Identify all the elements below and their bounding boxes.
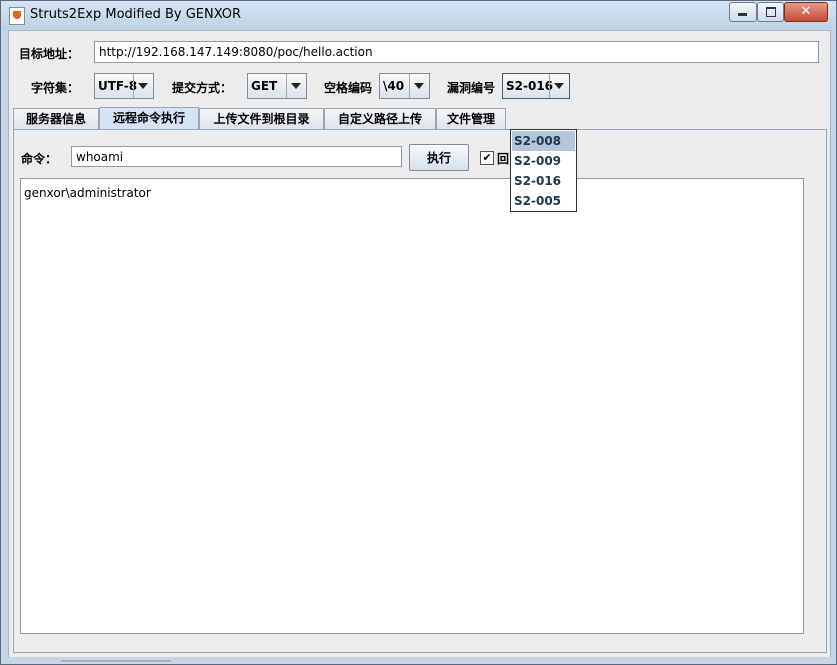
execute-button[interactable]: 执行 — [409, 144, 469, 171]
title-bar[interactable]: Struts2Exp Modified By GENXOR ✕ — [1, 1, 836, 29]
chevron-down-icon[interactable] — [549, 74, 569, 98]
space-encoding-value: \40 — [383, 79, 405, 93]
echo-checkbox[interactable]: ✔ — [480, 151, 494, 165]
resize-grip[interactable] — [61, 660, 171, 662]
vuln-option-s2-008[interactable]: S2-008 — [512, 131, 575, 151]
remote-command-panel: 命令： 执行 ✔ 回 genxor\administrator — [13, 129, 827, 653]
method-value: GET — [251, 79, 278, 93]
chevron-down-icon[interactable] — [409, 74, 429, 98]
method-label: 提交方式： — [172, 81, 233, 95]
target-url-label: 目标地址： — [19, 47, 80, 61]
vuln-option-s2-009[interactable]: S2-009 — [512, 151, 575, 171]
command-label: 命令： — [21, 152, 58, 166]
space-encoding-select[interactable]: \40 — [379, 73, 430, 99]
tab-server-info[interactable]: 服务器信息 — [13, 108, 99, 129]
charset-value: UTF-8 — [98, 79, 138, 93]
vuln-option-s2-016[interactable]: S2-016 — [512, 171, 575, 191]
charset-select[interactable]: UTF-8 — [94, 73, 154, 99]
echo-checkbox-label: 回 — [497, 152, 510, 166]
tab-file-manager[interactable]: 文件管理 — [436, 108, 506, 129]
vuln-id-value: S2-016 — [506, 79, 554, 93]
close-button[interactable]: ✕ — [784, 2, 828, 22]
vuln-option-s2-005[interactable]: S2-005 — [512, 191, 575, 211]
maximize-button[interactable] — [757, 2, 784, 22]
app-window: Struts2Exp Modified By GENXOR ✕ 目标地址： 字符… — [0, 0, 837, 665]
tab-remote-command[interactable]: 远程命令执行 — [99, 107, 199, 130]
command-output[interactable]: genxor\administrator — [20, 178, 804, 634]
chevron-down-icon[interactable] — [286, 74, 306, 98]
vuln-id-dropdown-list: S2-008 S2-009 S2-016 S2-005 — [510, 129, 577, 212]
chevron-down-icon[interactable] — [133, 74, 153, 98]
window-title: Struts2Exp Modified By GENXOR — [30, 7, 242, 22]
close-icon: ✕ — [800, 4, 812, 19]
command-input[interactable] — [71, 146, 402, 167]
main-panel: 目标地址： 字符集： UTF-8 提交方式： GET 空格编码 \40 漏洞编号… — [8, 30, 831, 658]
space-encoding-label: 空格编码 — [324, 81, 373, 95]
vuln-id-select[interactable]: S2-016 — [502, 73, 570, 99]
method-select[interactable]: GET — [247, 73, 307, 99]
tab-custom-upload[interactable]: 自定义路径上传 — [324, 108, 436, 129]
java-app-icon — [9, 7, 25, 25]
tab-upload-root[interactable]: 上传文件到根目录 — [199, 108, 324, 129]
charset-label: 字符集： — [31, 81, 80, 95]
vuln-id-label: 漏洞编号 — [447, 81, 496, 95]
minimize-button[interactable] — [729, 2, 757, 22]
maximize-icon — [766, 7, 776, 17]
target-url-input[interactable] — [94, 41, 819, 63]
minimize-icon — [738, 13, 747, 16]
